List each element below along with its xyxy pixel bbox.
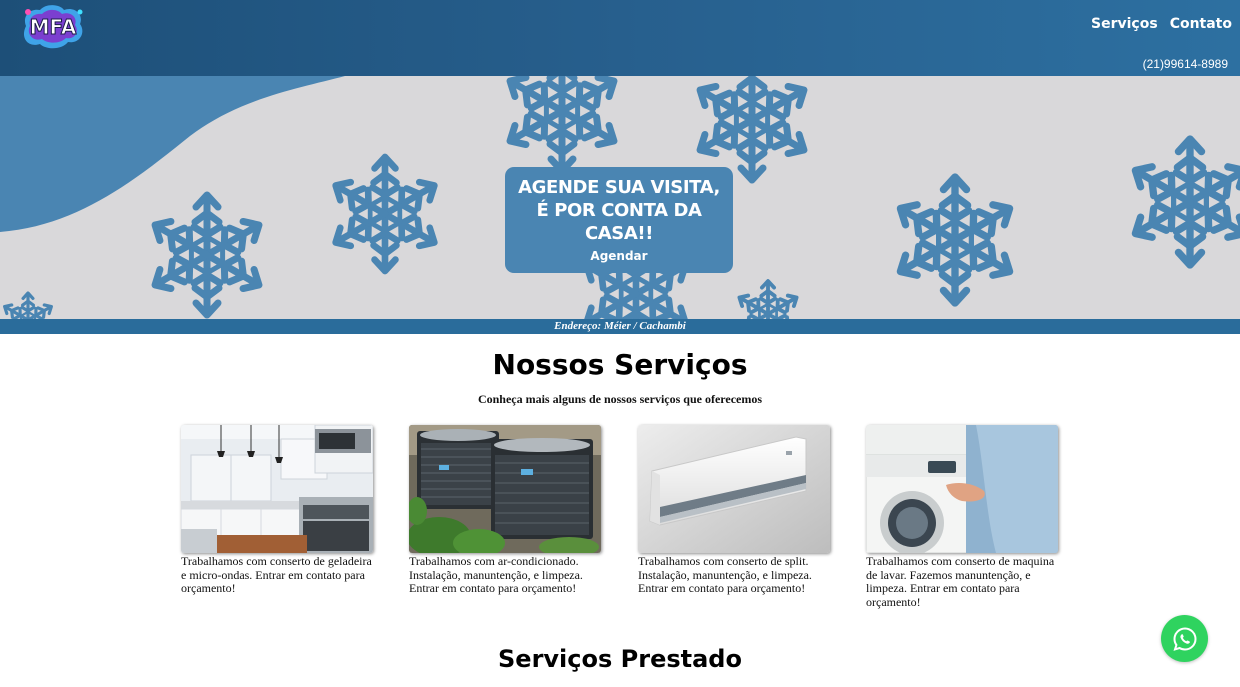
svg-text:MFA: MFA (30, 15, 77, 39)
snowflake-icon (694, 76, 811, 180)
service-card-description: Trabalhamos com ar-condicionado. Instala… (409, 554, 583, 596)
snowflake-icon (149, 195, 266, 315)
main-nav: Serviços Contato (1091, 16, 1232, 32)
provided-services-title: Serviços Prestado (498, 645, 742, 673)
address-bar: Endereço: Méier / Cachambi (0, 319, 1240, 334)
mfa-logo[interactable]: MFA (20, 4, 86, 50)
service-card-split: Trabalhamos com conserto de split. Insta… (638, 425, 830, 596)
ac-condenser-photo (409, 425, 601, 553)
snowflake-icon (736, 281, 800, 320)
schedule-visit-card: AGENDE SUA VISITA, É POR CONTA DA CASA!!… (505, 167, 733, 273)
kitchen-photo (181, 425, 373, 553)
washing-machine-photo (866, 425, 1058, 553)
snowflake-icon (2, 293, 55, 320)
whatsapp-icon (1172, 626, 1196, 651)
site-header: MFA Serviços Contato (21)99614-8989 (0, 0, 1240, 76)
services-title: Nossos Serviços (492, 348, 748, 381)
hero-banner: AGENDE SUA VISITA, É POR CONTA DA CASA!!… (0, 76, 1240, 320)
service-card-ac: Trabalhamos com ar-condicionado. Instala… (409, 425, 601, 596)
snowflake-icon (894, 177, 1017, 303)
snowflake-icon (329, 157, 440, 271)
snowflake-icon (504, 76, 621, 171)
nav-link-servicos[interactable]: Serviços (1091, 16, 1158, 32)
split-ac-photo (638, 425, 830, 553)
service-card-description: Trabalhamos com conserto de maquina de l… (866, 554, 1055, 609)
service-card-fridge: Trabalhamos com conserto de geladeira e … (181, 425, 373, 596)
cta-title: AGENDE SUA VISITA, É POR CONTA DA CASA!! (518, 177, 720, 244)
services-subtitle: Conheça mais alguns de nossos serviços q… (477, 392, 763, 406)
snowflake-icon (1129, 139, 1240, 265)
whatsapp-button[interactable] (1161, 615, 1208, 662)
service-card-description: Trabalhamos com conserto de geladeira e … (181, 554, 372, 596)
nav-link-contato[interactable]: Contato (1170, 16, 1232, 32)
phone-number: (21)99614-8989 (1142, 57, 1228, 71)
service-card-description: Trabalhamos com conserto de split. Insta… (638, 554, 812, 596)
service-card-washer: Trabalhamos com conserto de maquina de l… (866, 425, 1058, 609)
schedule-button[interactable]: Agendar (590, 249, 647, 263)
